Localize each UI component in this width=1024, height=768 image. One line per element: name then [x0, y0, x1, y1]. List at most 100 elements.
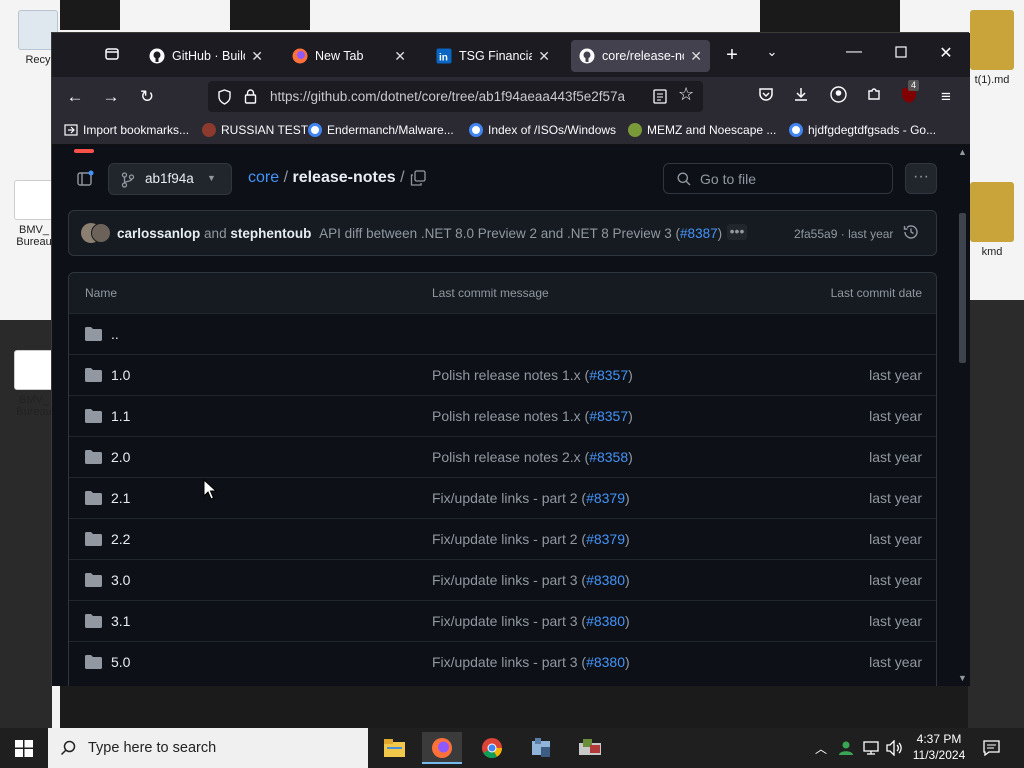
- commit-message[interactable]: Polish release notes 1.x (#8357): [432, 408, 633, 424]
- maximize-button[interactable]: [891, 45, 911, 63]
- commit-pr-link[interactable]: #8357: [589, 408, 628, 424]
- folder-name[interactable]: 2.0: [111, 449, 130, 465]
- pocket-button[interactable]: [755, 86, 777, 108]
- desktop-icon-md-2[interactable]: kmd: [964, 182, 1020, 258]
- table-row[interactable]: 5.0 Fix/update links - part 3 (#8380) la…: [69, 641, 936, 682]
- bookmark-russian-test[interactable]: RUSSIAN TEST: [202, 123, 308, 137]
- downloads-button[interactable]: [790, 86, 812, 108]
- forward-button[interactable]: →: [100, 86, 122, 108]
- ublock-origin-button[interactable]: 4: [898, 80, 920, 108]
- bookmark-star-icon[interactable]: ☆: [678, 84, 694, 105]
- bookmark-endermanch[interactable]: Endermanch/Malware...: [308, 123, 454, 137]
- back-button[interactable]: ←: [64, 86, 86, 108]
- taskbar-app[interactable]: [521, 732, 561, 764]
- table-row[interactable]: 3.0 Fix/update links - part 3 (#8380) la…: [69, 559, 936, 600]
- tab-tsg-financial[interactable]: in TSG Financial, A ✕: [428, 40, 558, 72]
- firefox-view-button[interactable]: [102, 46, 122, 64]
- table-row[interactable]: 2.0 Polish release notes 2.x (#8358) las…: [69, 436, 936, 477]
- commit-message[interactable]: API diff between .NET 8.0 Preview 2 and …: [319, 226, 680, 241]
- more-options-button[interactable]: ···: [905, 163, 937, 194]
- scrollbar-thumb[interactable]: [959, 213, 966, 363]
- tracking-protection-shield-icon[interactable]: [217, 89, 232, 105]
- taskbar-firefox[interactable]: [422, 732, 462, 764]
- close-icon[interactable]: ✕: [394, 48, 406, 65]
- commit-author[interactable]: carlossanlop: [117, 226, 200, 241]
- expand-commit-message-button[interactable]: •••: [727, 224, 747, 240]
- commit-pr-link[interactable]: #8379: [586, 531, 625, 547]
- folder-name[interactable]: 3.1: [111, 613, 130, 629]
- close-window-button[interactable]: ✕: [936, 43, 956, 63]
- avatar[interactable]: [91, 223, 111, 243]
- url-bar[interactable]: https://github.com/dotnet/core/tree/ab1f…: [208, 81, 703, 112]
- bookmark-import[interactable]: Import bookmarks...: [64, 123, 189, 137]
- commit-author[interactable]: stephentoub: [230, 226, 311, 241]
- folder-name[interactable]: 1.0: [111, 367, 130, 383]
- start-button[interactable]: [0, 728, 48, 768]
- expand-file-tree-button[interactable]: [76, 170, 94, 188]
- extensions-button[interactable]: [863, 86, 885, 108]
- tab-new-tab[interactable]: New Tab ✕: [284, 40, 414, 72]
- tab-core-release-notes[interactable]: core/release-no ✕: [571, 40, 710, 72]
- url-text[interactable]: https://github.com/dotnet/core/tree/ab1f…: [270, 89, 640, 104]
- taskbar-chrome[interactable]: [472, 732, 512, 764]
- taskbar-app[interactable]: [570, 732, 610, 764]
- table-row[interactable]: 2.2 Fix/update links - part 2 (#8379) la…: [69, 518, 936, 559]
- close-icon[interactable]: ✕: [690, 48, 702, 65]
- go-to-file-input[interactable]: Go to file: [663, 163, 893, 194]
- network-icon[interactable]: [863, 741, 879, 755]
- commit-pr-link[interactable]: #8358: [589, 449, 628, 465]
- commit-message[interactable]: Fix/update links - part 2 (#8379): [432, 531, 630, 547]
- scroll-down-arrow-icon[interactable]: ▼: [958, 673, 967, 683]
- table-row-parent-directory[interactable]: ..: [69, 313, 936, 354]
- page-scrollbar[interactable]: ▲ ▼: [955, 145, 970, 686]
- folder-name[interactable]: 2.2: [111, 531, 130, 547]
- minimize-button[interactable]: —: [844, 43, 864, 63]
- folder-name[interactable]: 2.1: [111, 490, 130, 506]
- reload-button[interactable]: ↻: [136, 86, 158, 108]
- desktop-icon-md-1[interactable]: t(1).md: [964, 10, 1020, 86]
- table-row[interactable]: 2.1 Fix/update links - part 2 (#8379) la…: [69, 477, 936, 518]
- volume-icon[interactable]: [886, 740, 903, 756]
- commit-message[interactable]: Polish release notes 2.x (#8358): [432, 449, 633, 465]
- commit-pr-link[interactable]: #8387: [680, 226, 718, 241]
- folder-name[interactable]: 1.1: [111, 408, 130, 424]
- commit-pr-link[interactable]: #8380: [586, 572, 625, 588]
- new-tab-button[interactable]: +: [722, 44, 742, 66]
- close-icon[interactable]: ✕: [538, 48, 550, 65]
- table-row[interactable]: 3.1 Fix/update links - part 3 (#8380) la…: [69, 600, 936, 641]
- commit-pr-link[interactable]: #8380: [586, 613, 625, 629]
- copy-path-button[interactable]: [410, 170, 428, 188]
- taskbar-search-box[interactable]: Type here to search: [48, 728, 368, 768]
- app-menu-button[interactable]: ≡: [935, 86, 957, 108]
- breadcrumb-repo-link[interactable]: core: [248, 169, 279, 186]
- bookmark-memz[interactable]: MEMZ and Noescape ...: [628, 123, 776, 137]
- close-icon[interactable]: ✕: [251, 48, 263, 65]
- branch-select-button[interactable]: ab1f94a ▼: [108, 163, 232, 195]
- commit-message[interactable]: Fix/update links - part 3 (#8380): [432, 654, 630, 670]
- notification-center-icon[interactable]: [983, 740, 1000, 756]
- commit-message[interactable]: Polish release notes 1.x (#8357): [432, 367, 633, 383]
- reader-view-icon[interactable]: [653, 89, 667, 104]
- account-button[interactable]: [827, 86, 849, 108]
- folder-name[interactable]: 5.0: [111, 654, 130, 670]
- tab-github-build[interactable]: GitHub · Build a ✕: [141, 40, 271, 72]
- taskbar-clock[interactable]: 4:37 PM 11/3/2024: [907, 731, 971, 763]
- taskbar-file-explorer[interactable]: [374, 732, 414, 764]
- commit-sha[interactable]: 2fa55a9: [794, 227, 837, 241]
- commit-message[interactable]: Fix/update links - part 3 (#8380): [432, 613, 630, 629]
- commit-message[interactable]: Fix/update links - part 3 (#8380): [432, 572, 630, 588]
- bookmark-index-isos[interactable]: Index of /ISOs/Windows: [469, 123, 616, 137]
- scroll-up-arrow-icon[interactable]: ▲: [958, 147, 967, 157]
- lock-icon[interactable]: [244, 89, 257, 104]
- history-button[interactable]: [903, 224, 921, 242]
- people-icon[interactable]: [838, 740, 854, 756]
- show-hidden-icons-button[interactable]: ︿: [815, 740, 827, 757]
- commit-message[interactable]: Fix/update links - part 2 (#8379): [432, 490, 630, 506]
- parent-directory-link[interactable]: ..: [111, 326, 119, 342]
- commit-pr-link[interactable]: #8380: [586, 654, 625, 670]
- list-all-tabs-button[interactable]: ⌄: [762, 44, 782, 64]
- bookmark-hjdfg[interactable]: hjdfgdegtdfgsads - Go...: [789, 123, 936, 137]
- table-row[interactable]: 1.0 Polish release notes 1.x (#8357) las…: [69, 354, 936, 395]
- folder-name[interactable]: 3.0: [111, 572, 130, 588]
- commit-pr-link[interactable]: #8357: [589, 367, 628, 383]
